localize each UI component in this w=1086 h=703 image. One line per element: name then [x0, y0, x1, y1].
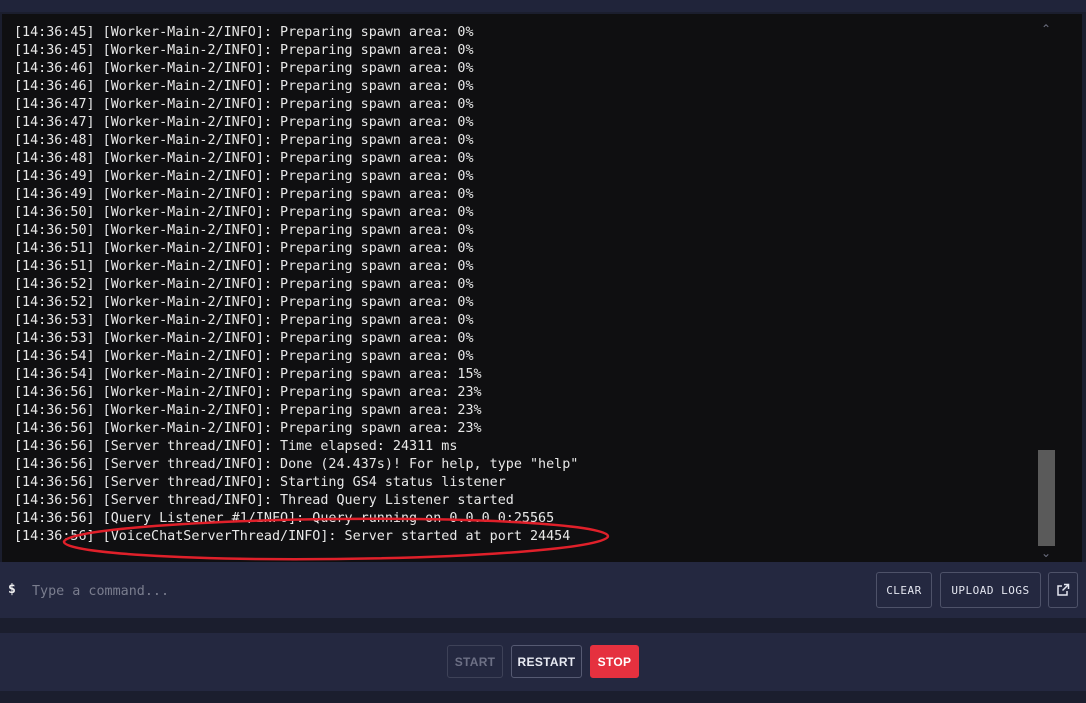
console-line: [14:36:51] [Worker-Main-2/INFO]: Prepari…	[14, 259, 474, 274]
console-line: [14:36:45] [Worker-Main-2/INFO]: Prepari…	[14, 25, 474, 40]
command-input[interactable]	[30, 576, 854, 606]
console-line: [14:36:56] [Server thread/INFO]: Startin…	[14, 475, 506, 490]
console-output: [14:36:45] [Worker-Main-2/INFO]: Prepari…	[14, 24, 1024, 546]
console-line: [14:36:56] [Query Listener #1/INFO]: Que…	[14, 511, 555, 526]
console-line: [14:36:52] [Worker-Main-2/INFO]: Prepari…	[14, 295, 474, 310]
console-line: [14:36:56] [Server thread/INFO]: Thread …	[14, 493, 514, 508]
console-line: [14:36:56] [Worker-Main-2/INFO]: Prepari…	[14, 403, 482, 418]
console-line: [14:36:56] [Server thread/INFO]: Time el…	[14, 439, 458, 454]
console-line: [14:36:56] [Worker-Main-2/INFO]: Prepari…	[14, 421, 482, 436]
console-line: [14:36:56] [Worker-Main-2/INFO]: Prepari…	[14, 385, 482, 400]
console-line: [14:36:56] [Server thread/INFO]: Done (2…	[14, 457, 579, 472]
console-line: [14:36:48] [Worker-Main-2/INFO]: Prepari…	[14, 151, 474, 166]
console-line: [14:36:47] [Worker-Main-2/INFO]: Prepari…	[14, 97, 474, 112]
clear-button[interactable]: CLEAR	[876, 572, 932, 608]
console-panel: [14:36:45] [Worker-Main-2/INFO]: Prepari…	[2, 14, 1082, 562]
console-line: [14:36:53] [Worker-Main-2/INFO]: Prepari…	[14, 313, 474, 328]
restart-button[interactable]: RESTART	[511, 645, 582, 678]
console-line: [14:36:46] [Worker-Main-2/INFO]: Prepari…	[14, 79, 474, 94]
console-line: [14:36:50] [Worker-Main-2/INFO]: Prepari…	[14, 205, 474, 220]
console-line: [14:36:53] [Worker-Main-2/INFO]: Prepari…	[14, 331, 474, 346]
console-line: [14:36:52] [Worker-Main-2/INFO]: Prepari…	[14, 277, 474, 292]
console-line: [14:36:45] [Worker-Main-2/INFO]: Prepari…	[14, 43, 474, 58]
command-prompt: $	[8, 582, 16, 597]
console-line: [14:36:47] [Worker-Main-2/INFO]: Prepari…	[14, 115, 474, 130]
chevron-down-icon[interactable]: ⌄	[1038, 546, 1054, 560]
stop-button[interactable]: STOP	[590, 645, 639, 678]
console-line: [14:36:48] [Worker-Main-2/INFO]: Prepari…	[14, 133, 474, 148]
console-line: [14:36:56] [VoiceChatServerThread/INFO]:…	[14, 529, 571, 544]
chevron-up-icon[interactable]: ⌃	[1038, 22, 1054, 36]
console-line: [14:36:51] [Worker-Main-2/INFO]: Prepari…	[14, 241, 474, 256]
console-line: [14:36:49] [Worker-Main-2/INFO]: Prepari…	[14, 169, 474, 184]
console-line: [14:36:54] [Worker-Main-2/INFO]: Prepari…	[14, 349, 474, 364]
console-line: [14:36:50] [Worker-Main-2/INFO]: Prepari…	[14, 223, 474, 238]
console-line: [14:36:49] [Worker-Main-2/INFO]: Prepari…	[14, 187, 474, 202]
power-controls: START RESTART STOP	[0, 633, 1086, 691]
console-scrollbar-thumb[interactable]	[1038, 450, 1055, 546]
popout-console-button[interactable]	[1048, 572, 1078, 608]
upload-logs-button[interactable]: UPLOAD LOGS	[940, 572, 1041, 608]
start-button[interactable]: START	[447, 645, 503, 678]
command-bar: $ CLEAR UPLOAD LOGS	[0, 562, 1086, 618]
console-line: [14:36:46] [Worker-Main-2/INFO]: Prepari…	[14, 61, 474, 76]
external-link-icon	[1057, 583, 1070, 596]
top-strip	[0, 0, 1086, 12]
console-line: [14:36:54] [Worker-Main-2/INFO]: Prepari…	[14, 367, 482, 382]
